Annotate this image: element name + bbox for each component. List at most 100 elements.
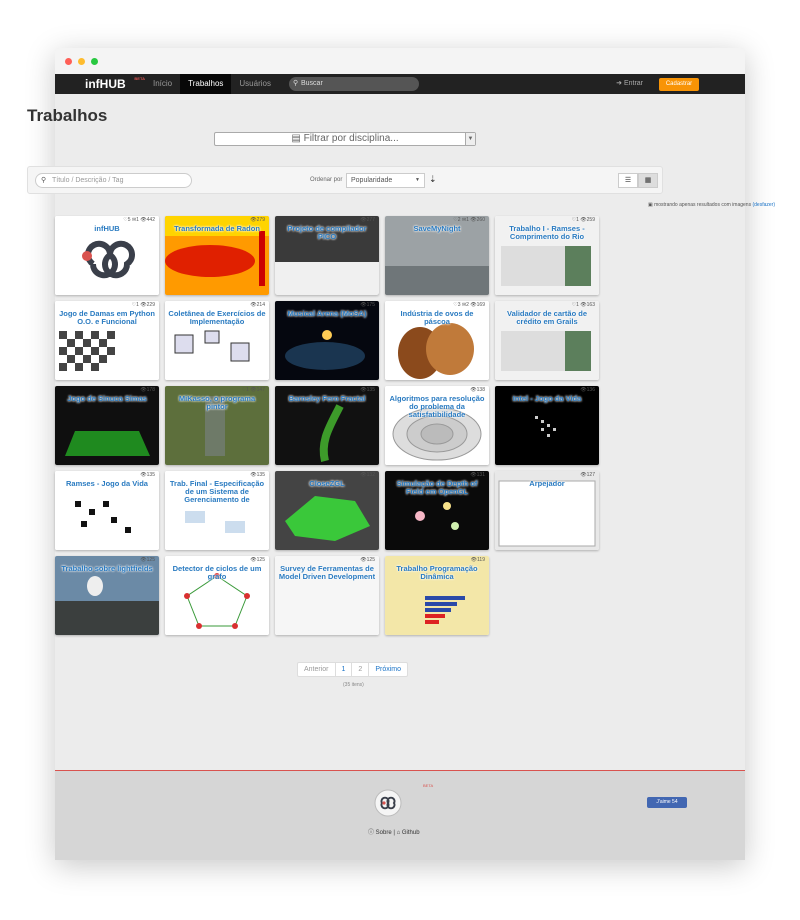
work-stats: ♡1 👁259	[572, 217, 595, 223]
work-stats: ♡2 ✉1 👁260	[453, 217, 485, 223]
page-2-button[interactable]: 2	[352, 663, 370, 676]
order-select[interactable]: Popularidade ▼	[346, 173, 425, 188]
work-card[interactable]: 👁119 Trabalho Programação Dinâmica	[385, 556, 489, 635]
nav-item-trabalhos[interactable]: Trabalhos	[180, 74, 232, 94]
work-card[interactable]: 👁136 Intel - Jogo da Vida	[495, 386, 599, 465]
chevron-down-icon: ▼	[415, 177, 420, 183]
total-items: (35 itens)	[343, 682, 364, 688]
work-card[interactable]: 👁175 Musical Arena (MoSA)	[275, 301, 379, 380]
filter-placeholder: Filtrar por disciplina...	[303, 133, 399, 144]
page-1-button[interactable]: 1	[336, 663, 353, 676]
likes-count: ♡1	[131, 302, 141, 308]
work-title[interactable]: Arpejador	[498, 480, 596, 488]
work-card[interactable]: 👁277 Projeto de compilador PICO	[275, 216, 379, 295]
views-count: 👁175	[360, 302, 375, 308]
work-title[interactable]: Indústria de ovos de páscoa	[388, 310, 486, 326]
views-count: 👁135	[250, 472, 265, 478]
work-title[interactable]: Trabalho I - Ramses - Comprimento do Rio	[498, 225, 596, 241]
work-title[interactable]: Intel - Jogo da Vida	[498, 395, 596, 403]
work-title[interactable]: Simulação de Depth of Field em OpenGL	[388, 480, 486, 496]
work-card[interactable]: 👁138 Algoritmos para resolução do problem…	[385, 386, 489, 465]
work-card[interactable]: ♡1 👁147 MiKasso, o programa pintor	[165, 386, 269, 465]
work-stats: 👁175	[360, 302, 375, 308]
login-link[interactable]: ➜ Entrar	[616, 74, 643, 94]
note-text: mostrando apenas resultados com imagens	[654, 202, 752, 208]
work-card[interactable]: 👁214 Coletânea de Exercícios de Implement…	[165, 301, 269, 380]
work-title[interactable]: Trabalho Programação Dinâmica	[388, 565, 486, 581]
signup-button[interactable]: Cadastrar	[659, 78, 699, 91]
work-card[interactable]: ♡5 ✉1 👁442 infHUB	[55, 216, 159, 295]
work-stats: ♡1 👁229	[132, 302, 155, 308]
work-title[interactable]: MiKasso, o programa pintor	[168, 395, 266, 411]
work-title[interactable]: Jogo de Sinuca Simas	[58, 395, 156, 403]
work-stats: 👁127	[580, 472, 595, 478]
views-count: 👁163	[580, 302, 595, 308]
work-stats: 👁214	[250, 302, 265, 308]
views-count: 👁125	[250, 557, 265, 563]
work-title[interactable]: Validador de cartão de crédito em Grails	[498, 310, 596, 326]
work-card[interactable]: ♡1 👁229 Jogo de Damas em Python O.O. e Fu…	[55, 301, 159, 380]
work-card[interactable]: 👁125 Survey de Ferramentas de Model Drive…	[275, 556, 379, 635]
work-title[interactable]: Transformada de Radon	[168, 225, 266, 233]
work-card[interactable]: 👁132 CloseZGL	[275, 471, 379, 550]
list-view-button[interactable]: ☰	[618, 173, 638, 188]
maximize-window-button[interactable]	[91, 57, 98, 65]
work-title[interactable]: Jogo de Damas em Python O.O. e Funcional	[58, 310, 156, 326]
work-title[interactable]: Trab. Final - Especificação de um Sistem…	[168, 480, 266, 504]
work-title[interactable]: Projeto de compilador PICO	[278, 225, 376, 241]
nav-item-usuarios[interactable]: Usuários	[231, 74, 279, 94]
grid-view-button[interactable]: ▦	[638, 173, 658, 188]
work-title[interactable]: Musical Arena (MoSA)	[278, 310, 376, 318]
work-title[interactable]: Barnsley Fern Fractal	[278, 395, 376, 403]
views-count: 👁138	[470, 387, 485, 393]
work-card[interactable]: 👁127 Arpejador	[495, 471, 599, 550]
brand-logo[interactable]: infHUB BETA	[85, 76, 145, 91]
undo-filter-link[interactable]: (desfazer)	[752, 202, 775, 208]
work-card[interactable]: 👁125 Detector de ciclos de um grafo	[165, 556, 269, 635]
sort-direction-icon[interactable]: ⇣	[429, 174, 437, 185]
close-window-button[interactable]	[65, 57, 72, 65]
work-card[interactable]: 👁279 Transformada de Radon	[165, 216, 269, 295]
order-label: Ordenar por	[310, 177, 343, 183]
search-icon: ⚲	[292, 80, 299, 87]
book-icon: ▤	[291, 133, 304, 144]
views-count: 👁135	[140, 472, 155, 478]
work-title[interactable]: Ramses - Jogo da Vida	[58, 480, 156, 488]
works-search-input[interactable]: ⚲ Título / Descrição / Tag	[35, 173, 192, 188]
work-title[interactable]: Survey de Ferramentas de Model Driven De…	[278, 565, 376, 581]
work-card[interactable]: ♡2 ✉1 👁260 SaveMyNight	[385, 216, 489, 295]
discipline-filter-select[interactable]: ▤ Filtrar por disciplina... ▼	[214, 132, 476, 146]
search-icon: ⚲	[41, 177, 47, 184]
views-count: 👁147	[250, 387, 265, 393]
work-card[interactable]: 👁135 Trab. Final - Especificação de um Si…	[165, 471, 269, 550]
likes-count: ♡5	[123, 217, 132, 223]
work-stats: 👁125	[250, 557, 265, 563]
work-card[interactable]: ♡3 ✉2 👁169 Indústria de ovos de páscoa	[385, 301, 489, 380]
previous-page-button[interactable]: Anterior	[298, 663, 336, 676]
work-card[interactable]: 👁131 Simulação de Depth of Field em OpenG…	[385, 471, 489, 550]
work-card[interactable]: 👁178 Jogo de Sinuca Simas	[55, 386, 159, 465]
image-filter-note: ▣ mostrando apenas resultados com imagen…	[648, 202, 775, 208]
work-card[interactable]: ♡1 👁259 Trabalho I - Ramses - Comprimento…	[495, 216, 599, 295]
views-count: 👁279	[250, 217, 265, 223]
views-count: 👁125	[140, 557, 155, 563]
next-page-button[interactable]: Próximo	[369, 663, 407, 676]
work-title[interactable]: Algoritmos para resolução do problema da…	[388, 395, 486, 419]
work-title[interactable]: SaveMyNight	[388, 225, 486, 233]
work-stats: 👁135	[360, 387, 375, 393]
work-title[interactable]: CloseZGL	[278, 480, 376, 488]
login-label: Entrar	[623, 80, 643, 87]
work-title[interactable]: Detector de ciclos de um grafo	[168, 565, 266, 581]
work-title[interactable]: Coletânea de Exercícios de Implementação	[168, 310, 266, 326]
work-card[interactable]: 👁125 Trabalho sobre lightfields	[55, 556, 159, 635]
work-card[interactable]: 👁135 Ramses - Jogo da Vida	[55, 471, 159, 550]
nav-item-inicio[interactable]: Início	[145, 74, 180, 94]
minimize-window-button[interactable]	[78, 57, 85, 65]
work-title[interactable]: Trabalho sobre lightfields	[58, 565, 156, 573]
work-card[interactable]: ♡1 👁163 Validador de cartão de crédito em…	[495, 301, 599, 380]
work-title[interactable]: infHUB	[58, 225, 156, 233]
work-stats: 👁136	[580, 387, 595, 393]
work-stats: 👁277	[360, 217, 375, 223]
work-card[interactable]: 👁135 Barnsley Fern Fractal	[275, 386, 379, 465]
navbar-search-input[interactable]: ⚲ Buscar	[288, 77, 419, 91]
